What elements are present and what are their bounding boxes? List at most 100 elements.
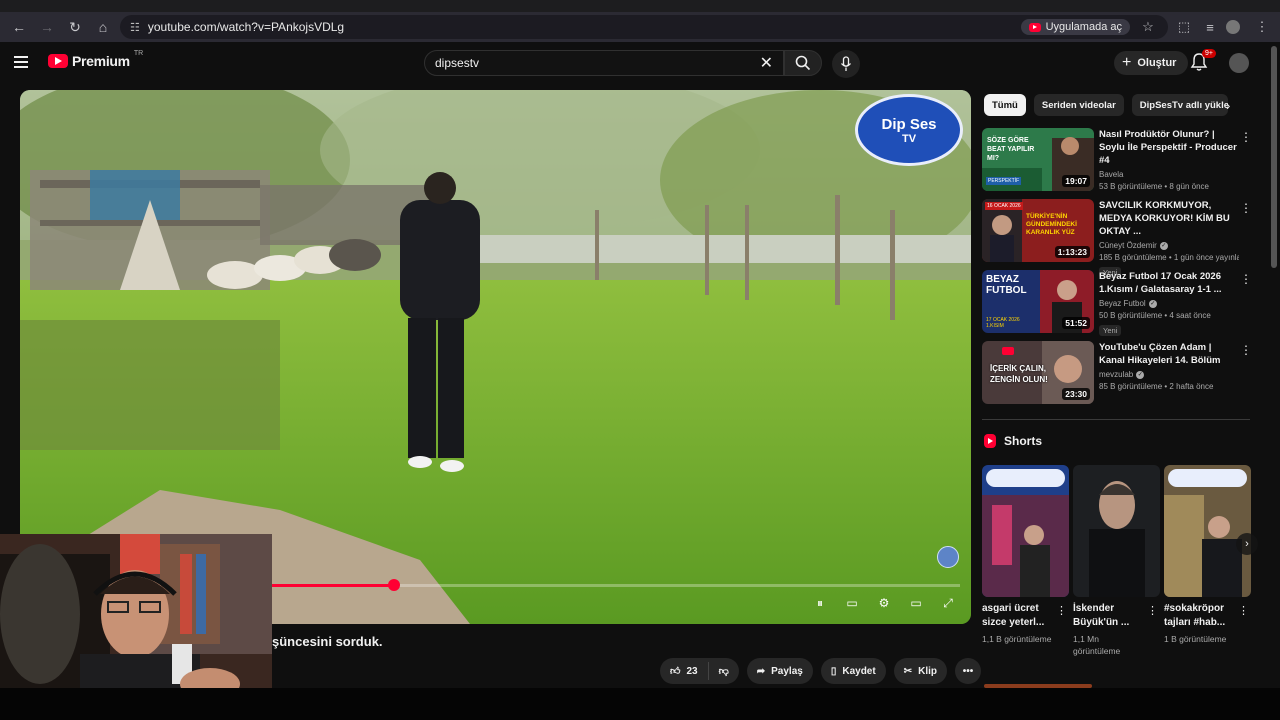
thumbs-up-icon: 👍︎ [670, 666, 681, 677]
channel-branding-icon[interactable] [937, 546, 959, 568]
verified-badge-icon: ✓ [1136, 370, 1145, 379]
duration-badge: 19:07 [1062, 175, 1090, 187]
recommendation-title[interactable]: Beyaz Futbol 17 Ocak 2026 1.Kısım / Gala… [1099, 270, 1239, 296]
url-text: youtube.com/watch?v=PAnkojsVDLg [147, 20, 345, 34]
share-button[interactable]: ➦ Paylaş [746, 658, 813, 684]
home-icon[interactable]: ⌂ [92, 16, 114, 38]
recommendation-item[interactable]: BEYAZ FUTBOL 17 OCAK 2026 1.KISIM 51:52 … [982, 270, 1252, 341]
video-thumbnail[interactable]: TÜRKİYE'NİN GÜNDEMİNDEKİ KARANLIK YÜZ 16… [982, 199, 1094, 262]
autoplay-toggle-icon[interactable]: ⏸ [811, 596, 829, 610]
search-icon [795, 55, 811, 71]
dislike-button[interactable]: 👎︎ [709, 665, 739, 677]
clear-search-icon[interactable]: ✕ [760, 53, 773, 73]
forward-icon[interactable]: → [36, 16, 58, 38]
chip-all[interactable]: Tümü [984, 94, 1026, 116]
thumbs-down-icon: 👎︎ [718, 666, 729, 677]
extensions-icon[interactable]: ⬚ [1174, 19, 1194, 35]
site-info-icon[interactable]: ☷ [130, 21, 140, 34]
shorts-next-chevron-icon[interactable]: › [1236, 533, 1258, 555]
subtitles-icon[interactable]: ▭ [843, 596, 861, 610]
media-controls-icon[interactable]: ≡ [1200, 20, 1220, 35]
short-thumbnail[interactable] [982, 465, 1069, 597]
recommendation-item[interactable]: İÇERİK ÇALIN, ZENGİN OLUN! 23:30 YouTube… [982, 341, 1252, 412]
bookmark-star-icon[interactable]: ☆ [1138, 19, 1158, 35]
save-label: Kaydet [842, 665, 876, 677]
hamburger-menu-icon[interactable] [14, 52, 34, 72]
profile-button[interactable] [1226, 20, 1246, 34]
fullscreen-icon[interactable]: ⤢ [939, 596, 957, 610]
short-thumbnail[interactable] [1073, 465, 1160, 597]
short-title[interactable]: İskender Büyük'ün ... [1073, 602, 1147, 630]
video-thumbnail[interactable]: İÇERİK ÇALIN, ZENGİN OLUN! 23:30 [982, 341, 1094, 404]
thumbnail-caption: İÇERİK ÇALIN, ZENGİN OLUN! [990, 364, 1048, 384]
more-vert-icon[interactable]: ⋮ [1238, 604, 1249, 617]
notifications-button[interactable]: 9+ [1190, 49, 1216, 74]
view-meta: 185 B görüntüleme • 1 gün önce yayınlan.… [1099, 253, 1239, 262]
verified-badge-icon: ✓ [1159, 241, 1168, 250]
more-vert-icon[interactable]: ⋮ [1240, 130, 1252, 144]
profile-avatar-icon [1226, 20, 1240, 34]
more-vert-icon[interactable]: ⋮ [1056, 604, 1067, 617]
shorts-shelf: asgari ücret sizce yeterl... 1,1 B görün… [982, 465, 1251, 657]
more-horizontal-icon: ••• [962, 665, 974, 677]
create-button[interactable]: + Oluştur [1114, 51, 1189, 75]
recommendation-item[interactable]: SÖZE GÖRE BEAT YAPILIR MI? PERSPEKTİF 19… [982, 128, 1252, 199]
search-box: ✕ [424, 50, 784, 76]
progress-bar[interactable] [270, 579, 960, 591]
youtube-masthead: Premium TR ✕ + Oluştur 9+ [0, 42, 1280, 84]
recommendation-title[interactable]: Nasıl Prodüktör Olunur? | Soylu İle Pers… [1099, 128, 1239, 167]
theater-mode-icon[interactable]: ▭ [907, 596, 925, 610]
recommendation-title[interactable]: YouTube'u Çözen Adam | Kanal Hikayeleri … [1099, 341, 1239, 367]
more-vert-icon[interactable]: ⋮ [1240, 343, 1252, 357]
recommendation-item[interactable]: TÜRKİYE'NİN GÜNDEMİNDEKİ KARANLIK YÜZ 16… [982, 199, 1252, 278]
video-title: şüncesini sorduk. [272, 634, 383, 649]
short-thumbnail[interactable] [1164, 465, 1251, 597]
progress-fill [270, 584, 395, 587]
recommendation-title[interactable]: SAVCILIK KORKMUYOR, MEDYA KORKUYOR! KİM … [1099, 199, 1239, 238]
chip-series[interactable]: Seriden videolar [1033, 94, 1124, 116]
channel-name[interactable]: Bavela [1099, 170, 1123, 179]
browser-menu-icon[interactable]: ⋮ [1252, 19, 1272, 35]
more-vert-icon[interactable]: ⋮ [1240, 201, 1252, 215]
more-vert-icon[interactable]: ⋮ [1240, 272, 1252, 286]
short-item[interactable]: asgari ücret sizce yeterl... 1,1 B görün… [982, 465, 1069, 657]
account-avatar[interactable] [1229, 53, 1249, 73]
youtube-app-icon [1028, 22, 1041, 32]
page-scrollbar[interactable] [1271, 46, 1277, 268]
save-button[interactable]: ▯ Kaydet [820, 658, 886, 684]
like-button[interactable]: 👍︎ 23 [660, 662, 709, 680]
short-item[interactable]: #sokakröpor tajları #hab... 1 B görüntül… [1164, 465, 1251, 657]
short-item[interactable]: İskender Büyük'ün ... 1,1 Mn görüntüleme… [1073, 465, 1160, 657]
search-button[interactable] [784, 50, 822, 76]
clip-button[interactable]: ✂ Klip [893, 658, 947, 684]
voice-search-button[interactable] [832, 50, 860, 78]
channel-name[interactable]: Beyaz Futbol [1099, 299, 1146, 308]
reload-icon[interactable]: ↻ [64, 16, 86, 38]
channel-name[interactable]: mevzulab [1099, 370, 1133, 379]
watermark-tv-text: TV [901, 132, 917, 145]
save-bookmark-icon: ▯ [830, 665, 837, 677]
more-vert-icon[interactable]: ⋮ [1147, 604, 1158, 617]
more-actions-button[interactable]: ••• [954, 658, 981, 684]
chevron-right-icon[interactable]: › [1226, 98, 1230, 113]
settings-gear-icon[interactable]: ⚙ [875, 596, 893, 610]
player-controls: ⏸ ▭ ⚙ ▭ ⤢ [811, 596, 957, 611]
address-bar[interactable]: ☷ youtube.com/watch?v=PAnkojsVDLg Uygula… [120, 15, 1168, 39]
create-label: Oluştur [1137, 57, 1177, 69]
view-meta: 53 B görüntüleme • 8 gün önce [1099, 182, 1209, 191]
new-badge: Yeni [1099, 325, 1122, 336]
video-thumbnail[interactable]: BEYAZ FUTBOL 17 OCAK 2026 1.KISIM 51:52 [982, 270, 1094, 333]
search-input[interactable] [435, 56, 760, 70]
scissors-icon: ✂ [903, 665, 913, 677]
open-in-app-label: Uygulamada aç [1045, 21, 1122, 33]
channel-name[interactable]: Cüneyt Özdemir [1099, 241, 1157, 250]
video-thumbnail[interactable]: SÖZE GÖRE BEAT YAPILIR MI? PERSPEKTİF 19… [982, 128, 1094, 191]
duration-badge: 51:52 [1062, 317, 1090, 329]
youtube-premium-logo[interactable]: Premium TR [48, 50, 143, 69]
short-title[interactable]: #sokakröpor tajları #hab... [1164, 602, 1238, 630]
open-in-app-button[interactable]: Uygulamada aç [1020, 19, 1130, 35]
bottom-edge [0, 688, 1280, 720]
short-title[interactable]: asgari ücret sizce yeterl... [982, 602, 1056, 630]
back-icon[interactable]: ← [8, 16, 30, 38]
chip-uploader[interactable]: DipSesTv adlı yükley [1131, 94, 1228, 116]
